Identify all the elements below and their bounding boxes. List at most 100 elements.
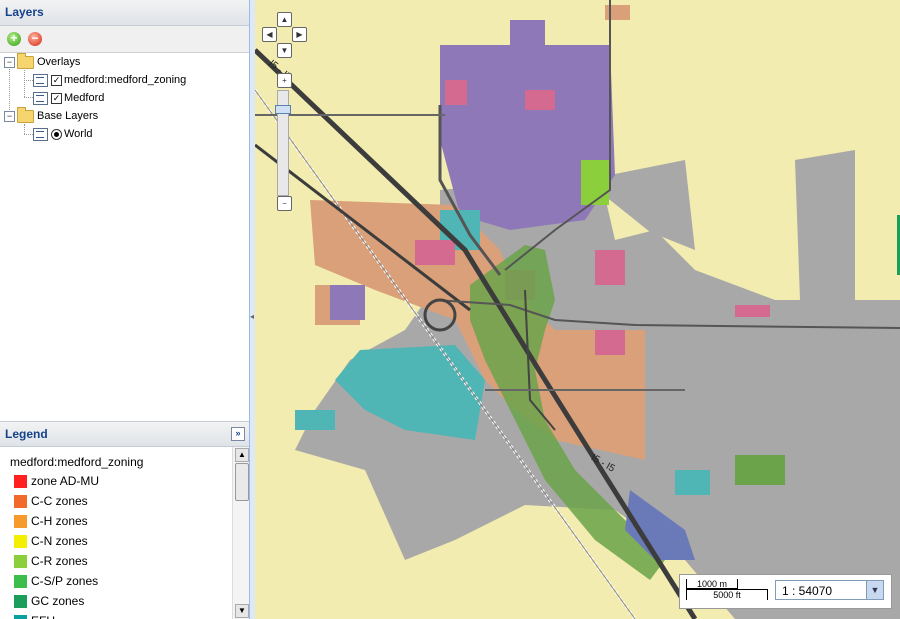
pink-zone xyxy=(595,250,625,285)
metric-scale-bar: 1000 m xyxy=(686,579,738,589)
legend-label: C-C zones xyxy=(31,494,88,508)
legend-panel-title: Legend xyxy=(5,427,48,441)
layer-icon xyxy=(33,127,48,141)
legend-label: GC zones xyxy=(31,594,85,608)
layer-icon xyxy=(33,73,48,87)
map-viewport[interactable]: I5 - I5 I5 - I5 ▲ ◀ ▶ ▼ + − 1000 m 5000 … xyxy=(255,0,900,619)
zoning-map xyxy=(255,0,900,619)
scale-select[interactable]: 1 : 54070 ▼ xyxy=(775,580,884,600)
arrow-left-icon: ◀ xyxy=(266,30,273,39)
legend-panel-header: Legend » xyxy=(0,421,249,447)
pink-zone xyxy=(735,305,770,317)
collapse-legend-button[interactable]: » xyxy=(231,427,245,441)
collapse-icon[interactable]: − xyxy=(4,110,15,122)
zoom-in-button[interactable]: + xyxy=(277,73,292,88)
imperial-scale-label: 5000 ft xyxy=(713,590,741,600)
metric-scale-label: 1000 m xyxy=(696,579,728,589)
legend-swatch xyxy=(14,475,27,489)
base-layers-label: Base Layers xyxy=(37,110,99,122)
layer-tree: − Overlays ✓ medford:medford_zoning ✓ Medfo… xyxy=(0,52,249,418)
tree-node-overlays[interactable]: − Overlays xyxy=(4,52,81,71)
legend-label: C-H zones xyxy=(31,514,88,528)
legend-swatch xyxy=(14,555,27,569)
zoom-slider-knob[interactable] xyxy=(275,105,291,114)
layer-label: medford:medford_zoning xyxy=(64,74,187,86)
overlays-label: Overlays xyxy=(37,56,81,68)
legend-label: C-R zones xyxy=(31,554,88,568)
layers-panel-header: Layers xyxy=(0,0,249,26)
chevron-down-icon[interactable]: ▼ xyxy=(866,581,883,599)
layer-checkbox[interactable]: ✓ xyxy=(51,74,62,86)
tree-node-base-layers[interactable]: − Base Layers xyxy=(4,106,99,125)
tree-node-medford[interactable]: ✓ Medford xyxy=(33,89,104,107)
minus-icon: − xyxy=(282,199,287,208)
add-layer-button[interactable]: + xyxy=(7,31,21,46)
collapse-arrow-icon[interactable]: ◂ xyxy=(250,312,254,321)
pan-right-button[interactable]: ▶ xyxy=(292,27,307,42)
teal-zone xyxy=(295,410,335,430)
scale-control: 1000 m 5000 ft 1 : 54070 ▼ xyxy=(679,574,892,609)
layer-checkbox[interactable]: ✓ xyxy=(51,92,62,104)
residential-zone xyxy=(795,150,855,300)
imperial-scale-bar: 5000 ft xyxy=(686,589,768,600)
double-chevron-icon: » xyxy=(235,428,241,438)
scroll-thumb[interactable] xyxy=(235,463,249,501)
legend-item: C-C zones xyxy=(14,494,88,509)
legend-label: zone AD-MU xyxy=(31,474,100,488)
legend-item: C-S/P zones xyxy=(14,574,99,589)
legend-item: zone AD-MU xyxy=(14,474,100,489)
arrow-down-icon: ▼ xyxy=(280,46,289,55)
layer-label: Medford xyxy=(64,92,105,104)
teal-zone xyxy=(675,470,710,495)
scale-select-value: 1 : 54070 xyxy=(782,584,833,598)
legend-item: EFU xyxy=(14,614,55,619)
legend-label: C-N zones xyxy=(31,534,88,548)
remove-icon: − xyxy=(31,31,39,45)
layers-toolbar: + − xyxy=(0,26,249,53)
legend-layer-title: medford:medford_zoning xyxy=(10,455,144,469)
arrow-up-icon: ▲ xyxy=(280,15,289,24)
legend-swatch xyxy=(14,595,27,609)
plus-icon: + xyxy=(282,76,287,85)
legend-label: C-S/P zones xyxy=(31,574,99,588)
pan-up-button[interactable]: ▲ xyxy=(277,12,292,27)
tree-node-medford-zoning[interactable]: ✓ medford:medford_zoning xyxy=(33,71,186,89)
layer-label: World xyxy=(64,128,93,140)
scroll-up-icon[interactable]: ▲ xyxy=(235,448,249,462)
zoom-out-button[interactable]: − xyxy=(277,196,292,211)
remove-layer-button[interactable]: − xyxy=(28,31,42,46)
layer-radio[interactable] xyxy=(51,128,62,140)
layer-icon xyxy=(33,91,48,105)
left-panel: Layers + − − Overlays ✓ medford:medford_zo… xyxy=(0,0,250,619)
pink-zone xyxy=(415,240,455,265)
legend-label: EFU xyxy=(31,614,55,619)
legend-swatch xyxy=(14,515,27,529)
pink-zone xyxy=(525,90,555,110)
legend-body: medford:medford_zoning zone AD-MU C-C zon… xyxy=(0,447,232,619)
legend-item: C-H zones xyxy=(14,514,88,529)
industrial-zone xyxy=(510,20,545,50)
arrow-right-icon: ▶ xyxy=(296,30,303,39)
scroll-down-icon[interactable]: ▼ xyxy=(235,604,249,618)
tree-node-world[interactable]: World xyxy=(33,125,93,143)
legend-item: GC zones xyxy=(14,594,85,609)
green-zone xyxy=(735,455,785,485)
folder-icon xyxy=(17,106,34,123)
pan-left-button[interactable]: ◀ xyxy=(262,27,277,42)
legend-swatch xyxy=(14,615,27,619)
legend-swatch xyxy=(14,495,27,509)
zoom-slider[interactable] xyxy=(275,90,291,196)
pan-down-button[interactable]: ▼ xyxy=(277,43,292,58)
legend-swatch xyxy=(14,575,27,589)
legend-swatch xyxy=(14,535,27,549)
collapse-icon[interactable]: − xyxy=(4,56,15,68)
layers-panel-title: Layers xyxy=(5,5,44,19)
green-zone xyxy=(581,160,609,205)
pink-zone xyxy=(445,80,467,105)
legend-scrollbar[interactable]: ▲ ▼ xyxy=(232,447,249,619)
pink-zone xyxy=(595,330,625,355)
legend-item: C-R zones xyxy=(14,554,88,569)
commercial-zone xyxy=(605,5,630,20)
industrial-zone xyxy=(330,285,365,320)
folder-icon xyxy=(17,52,34,69)
